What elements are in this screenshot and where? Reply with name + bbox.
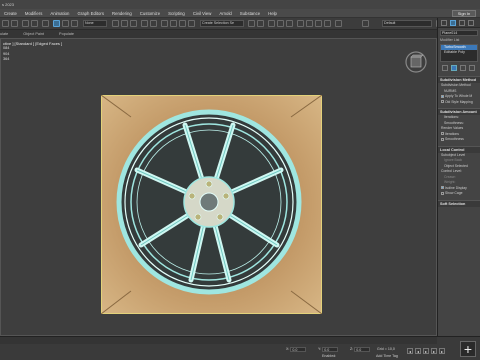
y-coordinate[interactable]: Y: 0.0 — [318, 346, 339, 352]
unlink-icon[interactable] — [31, 20, 38, 27]
menu-help[interactable]: Help — [264, 9, 281, 18]
create-tab-icon[interactable] — [441, 20, 447, 26]
render-smoothness-checkbox[interactable]: Smoothness — [438, 137, 480, 143]
rollout-subdivision-amount[interactable]: Subdivision Amount — [438, 108, 480, 115]
status-bar: X: 0.0 Y: 0.0 Z: 0.0 Grid = 10,0 Enabled… — [0, 336, 480, 360]
menu-rendering[interactable]: Rendering — [108, 9, 136, 18]
object-name-field[interactable]: Plane014 — [440, 30, 478, 36]
make-unique-icon[interactable] — [460, 65, 466, 71]
tab-simulate[interactable]: ulate — [0, 30, 8, 38]
tab-populate[interactable]: Populate — [59, 30, 74, 38]
wheel-render-image — [101, 95, 322, 314]
add-icon[interactable]: + — [460, 341, 476, 357]
layer-icon[interactable] — [268, 20, 275, 27]
menu-scripting[interactable]: Scripting — [164, 9, 189, 18]
motion-tab-icon[interactable] — [468, 20, 474, 26]
enabled-label: Enabled: — [322, 354, 337, 358]
arnold-icon[interactable] — [335, 20, 342, 27]
pin-stack-icon[interactable] — [442, 65, 448, 71]
viewport-label[interactable]: ctive ] [Standard ] [Edged Faces ] 084 9… — [3, 41, 62, 63]
menu-arnold[interactable]: Arnold — [215, 9, 235, 18]
mirror-icon[interactable] — [248, 20, 255, 27]
z-coordinate[interactable]: Z: 0.0 — [350, 346, 371, 352]
undo-icon[interactable] — [2, 20, 9, 27]
viewport-stats: 084 904 364 — [3, 46, 10, 61]
scale-icon[interactable] — [130, 20, 137, 27]
modifier-list-dropdown[interactable]: Modifier List — [440, 38, 478, 42]
go-to-start-icon[interactable]: ◂ — [407, 348, 413, 354]
viewcube-icon[interactable] — [403, 49, 429, 75]
select-object-icon[interactable] — [53, 20, 60, 27]
show-end-result-icon[interactable] — [451, 65, 457, 71]
curve-editor-icon[interactable] — [277, 20, 284, 27]
selection-filter-dropdown[interactable]: None — [83, 20, 107, 27]
render-icon[interactable] — [324, 20, 331, 27]
old-style-mapping-checkbox[interactable]: Old Style Mapping — [438, 100, 480, 106]
rotate-icon[interactable] — [121, 20, 128, 27]
x-coordinate[interactable]: X: 0.0 — [286, 346, 307, 352]
perspective-viewport[interactable]: ctive ] [Standard ] [Edged Faces ] 084 9… — [0, 38, 437, 336]
menu-bar: Create Modifiers Animation Graph Editors Ren… — [0, 9, 480, 18]
menu-civil-view[interactable]: Civil View — [189, 9, 216, 18]
modify-tab-icon[interactable] — [450, 20, 456, 26]
move-icon[interactable] — [112, 20, 119, 27]
command-panel: Plane014 Modifier List TurboSmooth Edita… — [437, 18, 480, 336]
menu-substance[interactable]: Substance — [236, 9, 264, 18]
command-panel-tabs — [438, 18, 480, 28]
render-frame-icon[interactable] — [315, 20, 322, 27]
link-icon[interactable] — [22, 20, 29, 27]
play-icon[interactable]: ▸ — [423, 348, 429, 354]
align-icon[interactable] — [257, 20, 264, 27]
window-title: s 2023 — [0, 0, 480, 9]
main-toolbar: None Create Selection Se Default — [0, 18, 480, 30]
hierarchy-tab-icon[interactable] — [459, 20, 465, 26]
schematic-icon[interactable] — [286, 20, 293, 27]
tab-object-paint[interactable]: Object Paint — [23, 30, 44, 38]
select-by-name-icon[interactable] — [62, 20, 69, 27]
render-setup-icon[interactable] — [306, 20, 313, 27]
add-time-tag-button[interactable]: Add Time Tag — [376, 353, 398, 360]
bind-icon[interactable] — [42, 20, 49, 27]
reference-coords-icon[interactable] — [141, 20, 148, 27]
rollout-subdivision-method[interactable]: Subdivision Method — [438, 76, 480, 83]
remove-modifier-icon[interactable] — [469, 65, 475, 71]
menu-graph-editors[interactable]: Graph Editors — [73, 9, 108, 18]
stack-controls — [440, 65, 478, 73]
prev-frame-icon[interactable]: ◂ — [415, 348, 421, 354]
spinner-snap-icon[interactable] — [188, 20, 195, 27]
project-icon[interactable] — [362, 20, 369, 27]
next-frame-icon[interactable]: ▸ — [431, 348, 437, 354]
menu-animation[interactable]: Animation — [46, 9, 73, 18]
angle-snap-icon[interactable] — [170, 20, 177, 27]
grid-readout: Grid = 10,0 — [377, 347, 395, 351]
rect-selection-icon[interactable] — [71, 20, 78, 27]
time-slider[interactable] — [0, 337, 437, 344]
menu-modifiers[interactable]: Modifiers — [21, 9, 46, 18]
snap-icon[interactable] — [161, 20, 168, 27]
workspace-dropdown[interactable]: Default — [382, 20, 432, 27]
go-to-end-icon[interactable]: ▸ — [439, 348, 445, 354]
pivot-icon[interactable] — [150, 20, 157, 27]
redo-icon[interactable] — [11, 20, 18, 27]
stack-item-editable-poly[interactable]: Editable Poly — [441, 50, 477, 55]
sign-in-button[interactable]: Sign In — [452, 10, 476, 17]
ribbon-subbar: ulate Object Paint Populate — [0, 30, 437, 38]
percent-snap-icon[interactable] — [179, 20, 186, 27]
rollout-local-control[interactable]: Local Control — [438, 145, 480, 153]
rollout-soft-selection[interactable]: Soft Selection — [438, 199, 480, 207]
modifier-stack: TurboSmooth Editable Poly — [440, 44, 478, 62]
menu-create[interactable]: Create — [0, 9, 21, 18]
menu-customize[interactable]: Customize — [136, 9, 164, 18]
selection-set-dropdown[interactable]: Create Selection Se — [200, 20, 244, 27]
show-cage-checkbox[interactable]: Show Cage — [438, 191, 480, 197]
material-editor-icon[interactable] — [297, 20, 304, 27]
